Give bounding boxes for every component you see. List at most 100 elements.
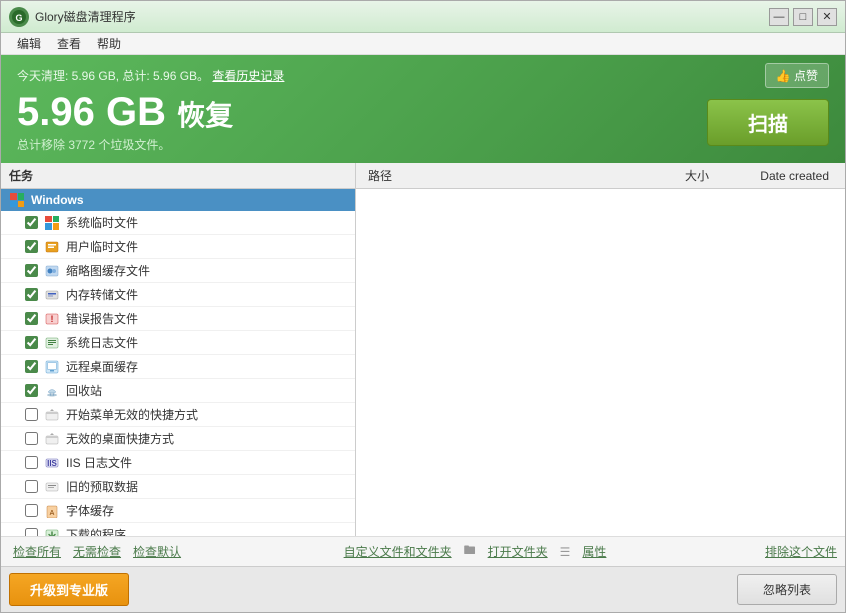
file-list — [356, 189, 845, 536]
task-label-4: 内存转储文件 — [66, 286, 138, 303]
upgrade-button[interactable]: 升级到专业版 — [9, 573, 129, 606]
menu-view[interactable]: 查看 — [49, 33, 89, 54]
list-item[interactable]: 系统日志文件 — [1, 331, 355, 355]
task-panel-header: 任务 — [1, 163, 355, 189]
title-bar: G Glory磁盘清理程序 — □ ✕ — [1, 1, 845, 33]
task-checkbox-2[interactable] — [25, 240, 38, 253]
list-item[interactable]: 下载的程序 — [1, 523, 355, 536]
history-link[interactable]: 查看历史记录 — [212, 69, 284, 83]
list-item[interactable]: 开始菜单无效的快捷方式 — [1, 403, 355, 427]
col-path-header: 路径 — [364, 167, 637, 184]
task-label-14: 下载的程序 — [66, 526, 126, 536]
task-checkbox-13[interactable] — [25, 504, 38, 517]
task-icon-13: A — [44, 503, 60, 519]
list-item[interactable]: 远程桌面缓存 — [1, 355, 355, 379]
task-checkbox-6[interactable] — [25, 336, 38, 349]
properties-link[interactable]: 属性 — [578, 542, 610, 561]
main-content: 任务 Windows 系统临时文件 — [1, 163, 845, 536]
col-date-header: Date created — [717, 169, 837, 183]
task-label-13: 字体缓存 — [66, 502, 114, 519]
task-icon-9 — [44, 407, 60, 423]
task-label-5: 错误报告文件 — [66, 310, 138, 327]
list-item[interactable]: 缩略图缓存文件 — [1, 259, 355, 283]
menu-edit[interactable]: 编辑 — [9, 33, 49, 54]
sub-text: 总计移除 3772 个垃圾文件。 — [17, 136, 233, 153]
task-label-3: 缩略图缓存文件 — [66, 262, 150, 279]
scan-button[interactable]: 扫描 — [707, 99, 829, 146]
list-item[interactable]: 用户临时文件 — [1, 235, 355, 259]
size-label: 恢复 — [177, 100, 233, 131]
task-checkbox-5[interactable] — [25, 312, 38, 325]
task-label-10: 无效的桌面快捷方式 — [66, 430, 174, 447]
task-icon-3 — [44, 263, 60, 279]
task-icon-8 — [44, 383, 60, 399]
col-size-header: 大小 — [637, 167, 717, 184]
task-panel: 任务 Windows 系统临时文件 — [1, 163, 356, 536]
task-label-11: IIS 日志文件 — [66, 454, 132, 471]
task-checkbox-14[interactable] — [25, 528, 38, 536]
task-checkbox-7[interactable] — [25, 360, 38, 373]
window-title: Glory磁盘清理程序 — [35, 8, 769, 25]
main-window: G Glory磁盘清理程序 — □ ✕ 编辑 查看 帮助 今天清理: 5.96 … — [0, 0, 846, 613]
task-checkbox-11[interactable] — [25, 456, 38, 469]
task-label-12: 旧的预取数据 — [66, 478, 138, 495]
task-icon-10 — [44, 431, 60, 447]
ignore-button[interactable]: 忽略列表 — [737, 574, 837, 605]
window-controls: — □ ✕ — [769, 8, 837, 26]
file-panel: 路径 大小 Date created — [356, 163, 845, 536]
file-panel-header: 路径 大小 Date created — [356, 163, 845, 189]
exclude-file-link[interactable]: 排除这个文件 — [765, 543, 837, 560]
task-icon-4 — [44, 287, 60, 303]
header-stats: 今天清理: 5.96 GB, 总计: 5.96 GB。 查看历史记录 — [17, 67, 284, 84]
list-item[interactable]: 无效的桌面快捷方式 — [1, 427, 355, 451]
list-item[interactable]: 旧的预取数据 — [1, 475, 355, 499]
menu-bar: 编辑 查看 帮助 — [1, 33, 845, 55]
close-button[interactable]: ✕ — [817, 8, 837, 26]
menu-help[interactable]: 帮助 — [89, 33, 129, 54]
open-folder-link[interactable]: 打开文件夹 — [484, 542, 552, 561]
list-item[interactable]: 回收站 — [1, 379, 355, 403]
task-checkbox-3[interactable] — [25, 264, 38, 277]
maximize-button[interactable]: □ — [793, 8, 813, 26]
header-main-row: 5.96 GB 恢复 总计移除 3772 个垃圾文件。 扫描 — [17, 92, 829, 153]
svg-text:G: G — [15, 13, 22, 23]
task-checkbox-8[interactable] — [25, 384, 38, 397]
task-icon-7 — [44, 359, 60, 375]
task-checkbox-10[interactable] — [25, 432, 38, 445]
list-item[interactable]: ! 错误报告文件 — [1, 307, 355, 331]
task-checkbox-4[interactable] — [25, 288, 38, 301]
no-check-link[interactable]: 无需检查 — [69, 542, 125, 561]
task-checkbox-1[interactable] — [25, 216, 38, 229]
task-label-2: 用户临时文件 — [66, 238, 138, 255]
bottom-center-actions: 自定义文件和文件夹 🖿 打开文件夹 ☰ 属性 — [185, 541, 765, 562]
task-group-windows[interactable]: Windows — [1, 189, 355, 211]
svg-text:IIS: IIS — [47, 459, 57, 468]
task-checkbox-12[interactable] — [25, 480, 38, 493]
task-icon-6 — [44, 335, 60, 351]
task-label-9: 开始菜单无效的快捷方式 — [66, 406, 198, 423]
task-icon-11: IIS — [44, 455, 60, 471]
svg-text:A: A — [50, 510, 55, 517]
task-icon-12 — [44, 479, 60, 495]
list-item[interactable]: 系统临时文件 — [1, 211, 355, 235]
minimize-button[interactable]: — — [769, 8, 789, 26]
task-icon-1 — [44, 215, 60, 231]
list-item[interactable]: A 字体缓存 — [1, 499, 355, 523]
task-group-label: Windows — [31, 193, 84, 207]
task-label-7: 远程桌面缓存 — [66, 358, 138, 375]
header-area: 今天清理: 5.96 GB, 总计: 5.96 GB。 查看历史记录 👍 点赞 … — [1, 55, 845, 163]
list-item[interactable]: 内存转储文件 — [1, 283, 355, 307]
task-list-container[interactable]: Windows 系统临时文件 用户临时文件 — [1, 189, 355, 536]
task-icon-5: ! — [44, 311, 60, 327]
app-logo: G — [9, 7, 29, 27]
check-default-link[interactable]: 检查默认 — [129, 542, 185, 561]
size-value: 5.96 GB — [17, 90, 166, 134]
list-item[interactable]: IIS IIS 日志文件 — [1, 451, 355, 475]
task-label-1: 系统临时文件 — [66, 214, 138, 231]
task-checkbox-9[interactable] — [25, 408, 38, 421]
like-button[interactable]: 👍 点赞 — [765, 63, 829, 88]
custom-files-link[interactable]: 自定义文件和文件夹 — [340, 542, 456, 561]
bottom-action-bar: 检查所有 无需检查 检查默认 自定义文件和文件夹 🖿 打开文件夹 ☰ 属性 排除… — [1, 536, 845, 566]
check-all-link[interactable]: 检查所有 — [9, 542, 65, 561]
task-icon-2 — [44, 239, 60, 255]
